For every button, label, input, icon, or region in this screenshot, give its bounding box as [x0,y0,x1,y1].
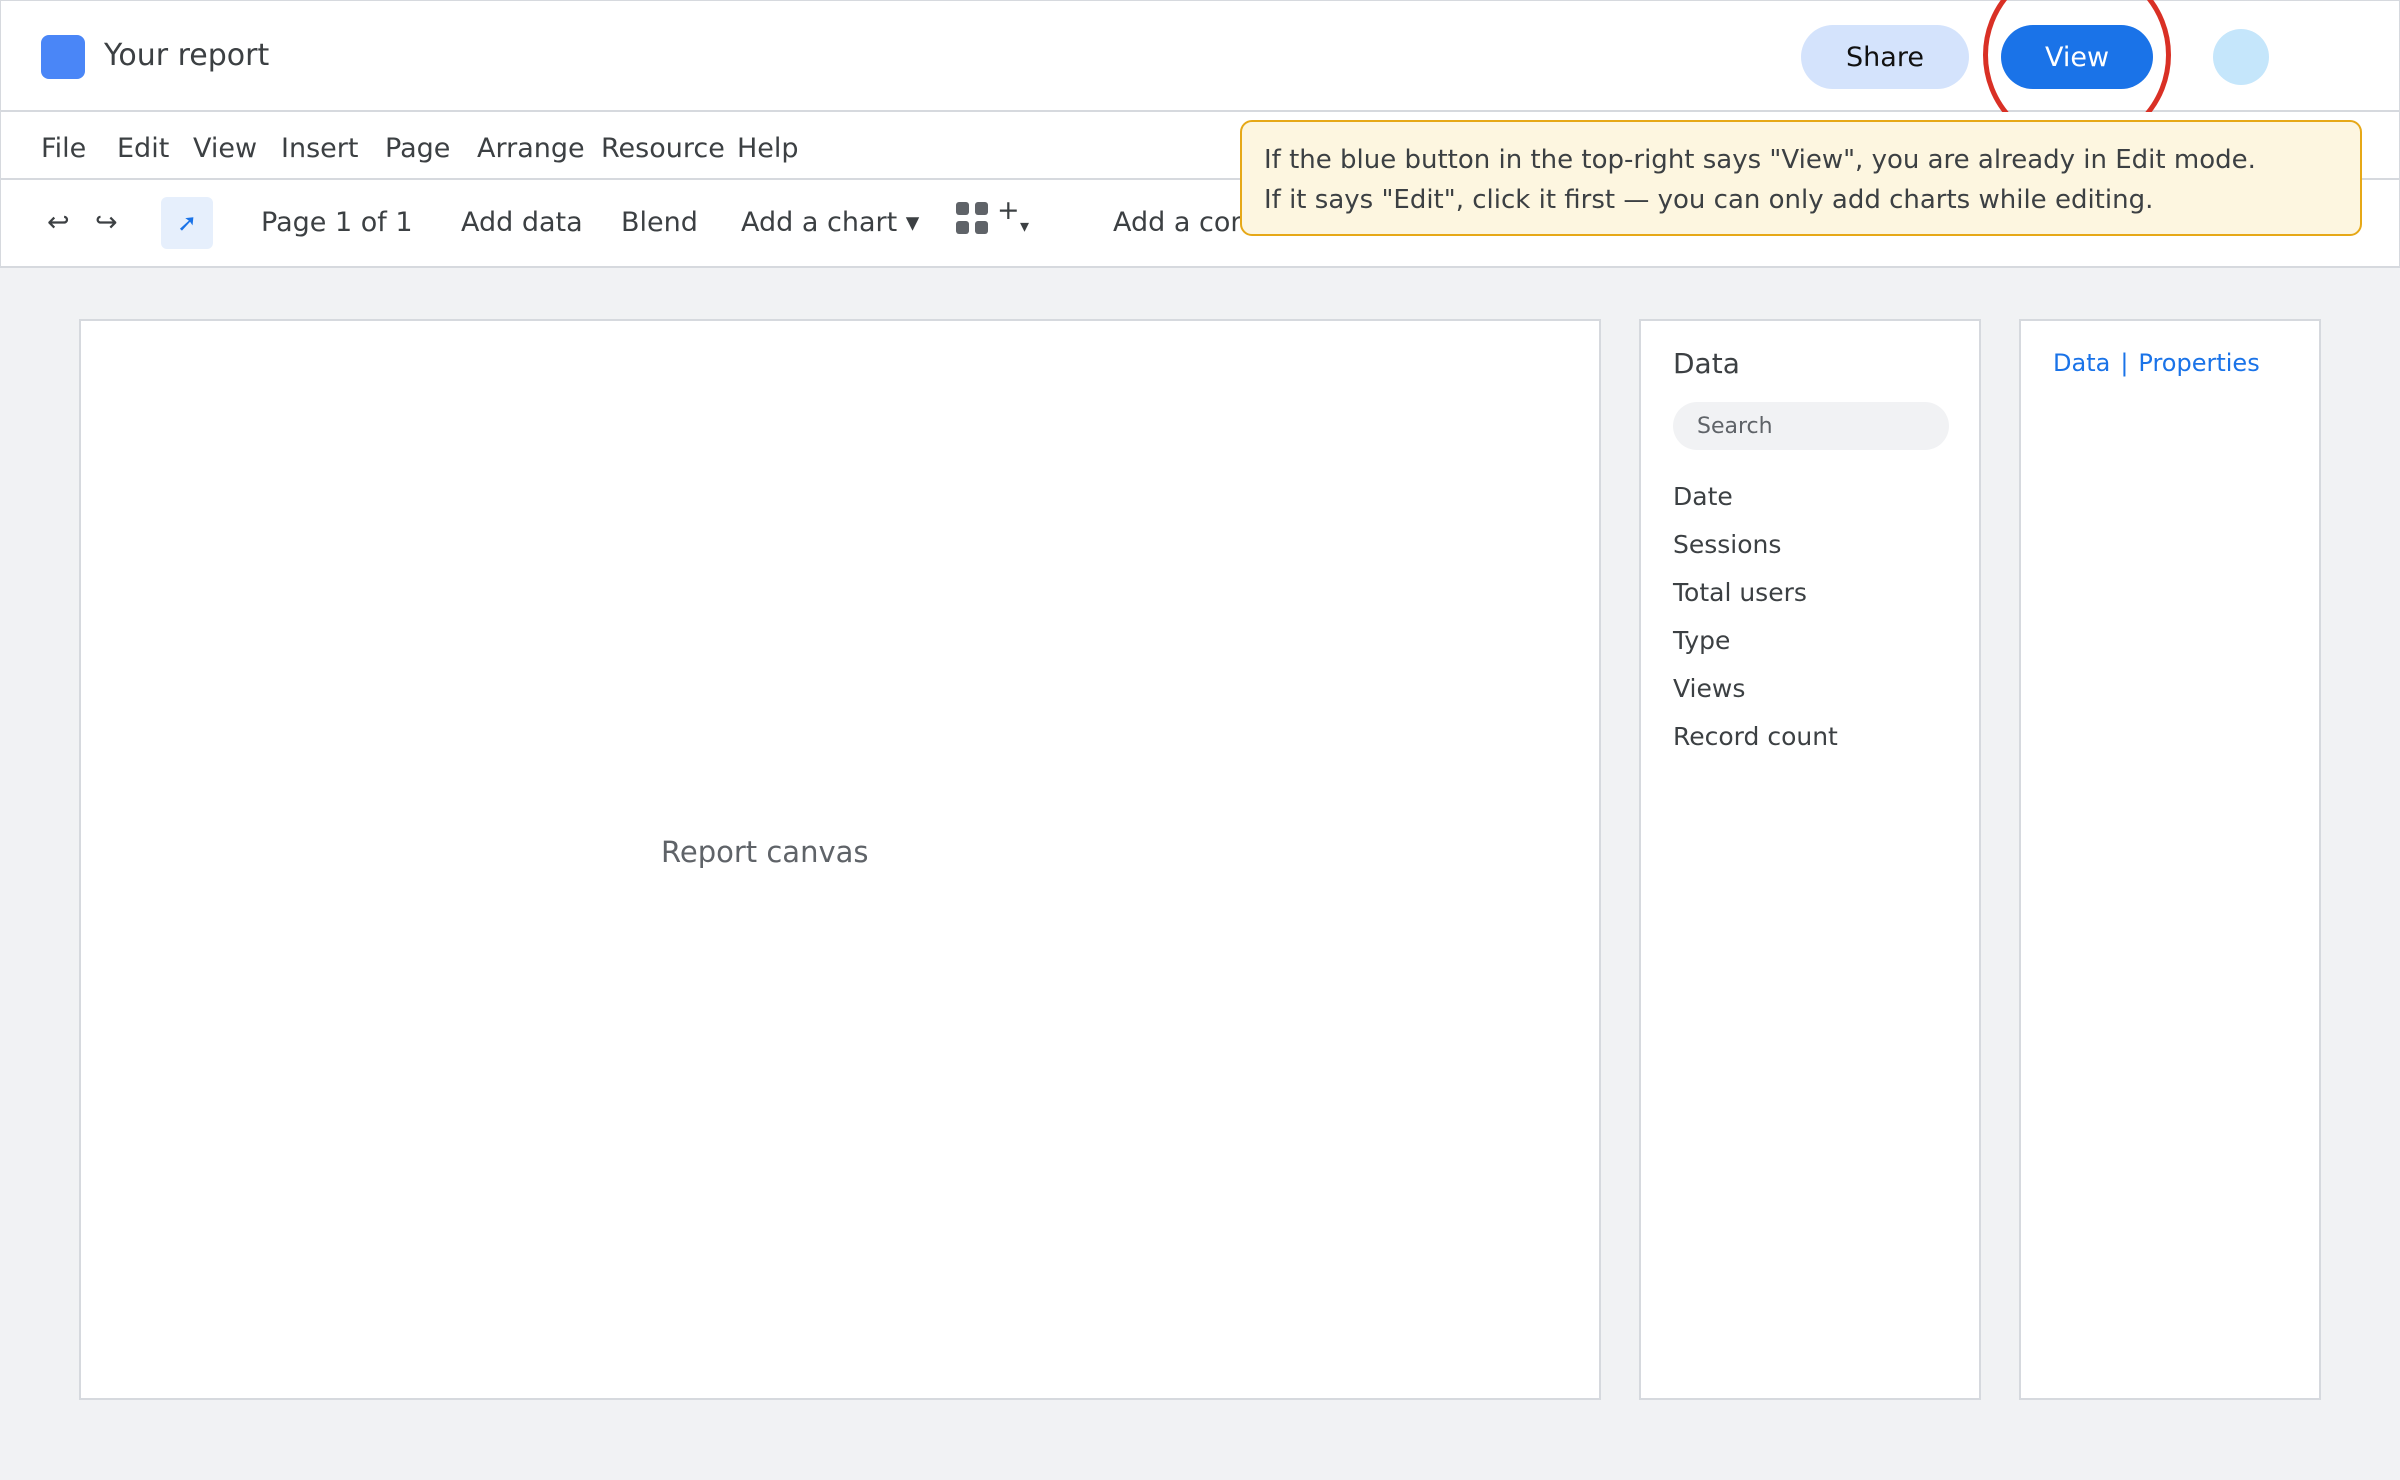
tab-data[interactable]: Data [2053,349,2110,377]
data-panel: Data Date Sessions Total users Type View… [1639,319,1981,1400]
field-item-total-users[interactable]: Total users [1673,578,1807,607]
chevron-down-icon[interactable]: ▾ [1020,210,1029,244]
menu-help[interactable]: Help [737,132,799,166]
menu-file[interactable]: File [41,132,86,166]
field-item-views[interactable]: Views [1673,674,1745,703]
select-tool-button[interactable]: ➚ [161,197,213,249]
data-panel-title: Data [1673,347,1740,380]
app-logo[interactable] [41,35,85,79]
field-search-input[interactable] [1673,402,1949,450]
menu-arrange[interactable]: Arrange [477,132,585,166]
field-item-type[interactable]: Type [1673,626,1730,655]
plus-icon[interactable]: + [997,194,1020,228]
tab-properties[interactable]: Properties [2138,349,2259,377]
undo-icon[interactable]: ↩ [47,206,70,240]
add-control-button[interactable]: Add a con [1113,206,1247,240]
redo-icon[interactable]: ↪ [95,206,118,240]
report-title[interactable]: Your report [104,37,269,75]
add-data-button[interactable]: Add data [461,206,583,240]
header-bar: Your report Share View [0,0,2400,149]
add-chart-button[interactable]: Add a chart ▾ [741,206,919,240]
properties-panel: Data | Properties [2019,319,2321,1400]
callout-line-2: If it says "Edit", click it first — you … [1264,185,2154,215]
menu-view[interactable]: View [193,132,257,166]
instruction-callout: If the blue button in the top-right says… [1240,120,2362,236]
canvas-label: Report canvas [661,835,869,869]
menu-insert[interactable]: Insert [281,132,358,166]
report-canvas[interactable]: Report canvas [79,319,1601,1400]
view-mode-button[interactable]: View [2001,25,2153,89]
tab-separator: | [2120,349,2129,377]
blend-button[interactable]: Blend [621,206,698,240]
page-indicator[interactable]: Page 1 of 1 [261,206,413,240]
community-visualizations-icon[interactable] [956,202,988,234]
field-item-sessions[interactable]: Sessions [1673,530,1781,559]
menu-page[interactable]: Page [385,132,450,166]
share-button[interactable]: Share [1801,25,1969,89]
field-item-date[interactable]: Date [1673,482,1733,511]
menu-resource[interactable]: Resource [601,132,725,166]
pointer-icon: ➚ [176,209,198,237]
callout-line-1: If the blue button in the top-right says… [1264,145,2256,175]
properties-panel-tabs: Data | Properties [2053,349,2260,377]
field-item-record-count[interactable]: Record count [1673,722,1838,751]
avatar[interactable] [2213,29,2269,85]
menu-edit[interactable]: Edit [117,132,169,166]
